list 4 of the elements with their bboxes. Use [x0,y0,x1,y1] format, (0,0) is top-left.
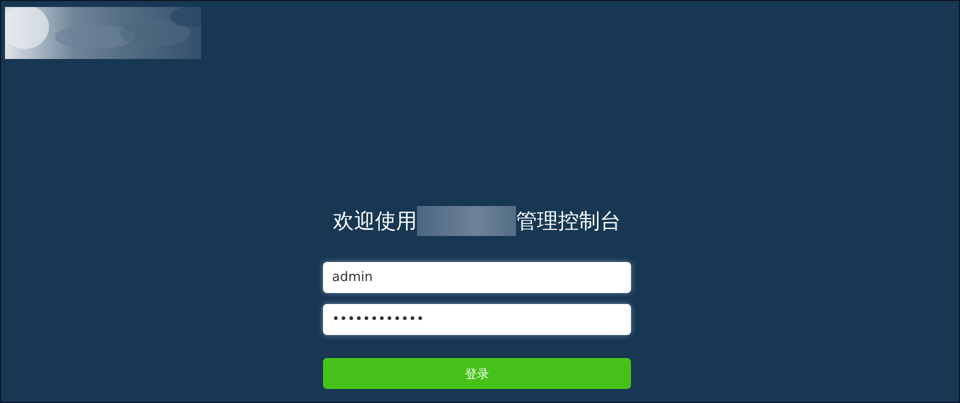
heading-text: 管理控制台 [516,208,621,235]
username-field[interactable]: admin [323,262,631,293]
heading-text: 欢迎使用 [333,208,417,235]
password-field[interactable]: •••••••••••• [323,304,631,335]
